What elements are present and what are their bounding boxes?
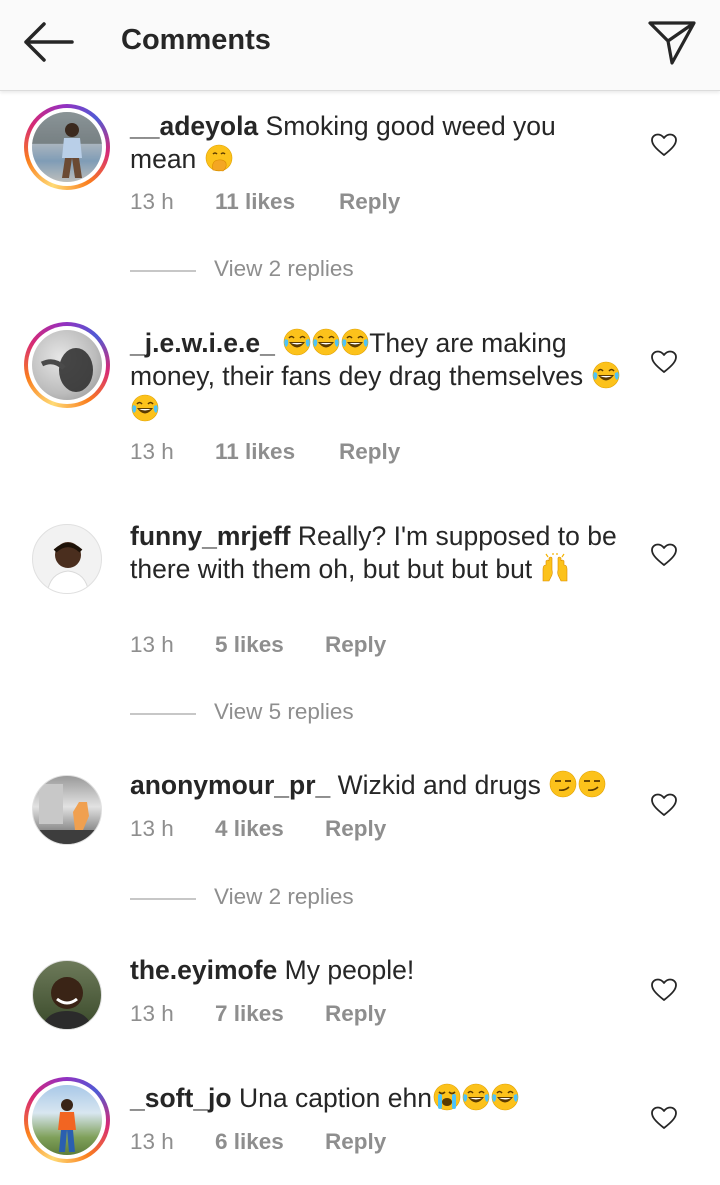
- tears-of-joy-emoji: [311, 327, 341, 357]
- heart-icon[interactable]: [651, 978, 677, 1002]
- view-replies-label: View 2 replies: [214, 884, 354, 909]
- reply-button[interactable]: Reply: [339, 439, 400, 465]
- comment-likes[interactable]: 4 likes: [215, 816, 284, 842]
- avatar-photo: [32, 524, 102, 594]
- reply-button[interactable]: Reply: [325, 816, 386, 842]
- comment-username[interactable]: anonymour_pr_: [130, 770, 330, 800]
- comment-username[interactable]: the.eyimofe: [130, 955, 277, 985]
- heart-icon[interactable]: [651, 133, 677, 157]
- comment-time: 13 h: [130, 816, 174, 841]
- comment-username[interactable]: _j.e.w.i.e.e_: [130, 328, 275, 358]
- avatar: [32, 1085, 102, 1155]
- reply-button[interactable]: Reply: [325, 1129, 386, 1155]
- tears-of-joy-emoji: [282, 327, 312, 357]
- comment-username[interactable]: _soft_jo: [130, 1083, 232, 1113]
- comment-time: 13 h: [130, 1001, 174, 1026]
- comment-likes[interactable]: 11 likes: [215, 439, 295, 465]
- avatar-story-ring[interactable]: [24, 1077, 110, 1163]
- tears-of-joy-emoji: [490, 1082, 520, 1112]
- view-replies-label: View 5 replies: [214, 699, 354, 724]
- tears-of-joy-emoji: [340, 327, 370, 357]
- avatar[interactable]: [24, 516, 110, 602]
- comment-likes[interactable]: 11 likes: [215, 189, 295, 215]
- avatar: [32, 112, 102, 182]
- header-bar: Comments: [0, 0, 720, 91]
- reply-button[interactable]: Reply: [325, 1001, 386, 1027]
- loudly-crying-emoji: [432, 1082, 462, 1112]
- comment-body: Una caption ehn: [238, 1083, 432, 1113]
- comment-text: __adeyola Smoking good weed you mean: [130, 110, 620, 176]
- avatar-photo: [32, 775, 102, 845]
- heart-icon[interactable]: [651, 1106, 677, 1130]
- avatar-story-ring[interactable]: [24, 322, 110, 408]
- avatar: [32, 330, 102, 400]
- view-replies-button[interactable]: View 5 replies: [130, 699, 430, 729]
- comment-body: Wizkid and drugs: [337, 770, 541, 800]
- reply-button[interactable]: Reply: [339, 189, 400, 215]
- comment-text: anonymour_pr_ Wizkid and drugs: [130, 769, 620, 802]
- heart-icon[interactable]: [651, 543, 677, 567]
- comment-text: _soft_jo Una caption ehn: [130, 1082, 620, 1115]
- comment-body: My people!: [284, 955, 415, 985]
- smirking-face-emoji: [548, 769, 578, 799]
- hand-over-mouth-emoji: [204, 143, 234, 173]
- comment-time: 13 h: [130, 439, 174, 464]
- comment-time: 13 h: [130, 189, 174, 214]
- comment-time: 13 h: [130, 1129, 174, 1154]
- tears-of-joy-emoji: [591, 360, 621, 390]
- divider: [130, 898, 196, 900]
- heart-icon[interactable]: [651, 793, 677, 817]
- heart-icon[interactable]: [651, 350, 677, 374]
- smirking-face-emoji: [577, 769, 607, 799]
- avatar-story-ring[interactable]: [24, 104, 110, 190]
- comment-text: the.eyimofe My people!: [130, 954, 620, 987]
- comment-text: _j.e.w.i.e.e_ They are making money, the…: [130, 327, 620, 426]
- view-replies-label: View 2 replies: [214, 256, 354, 281]
- reply-button[interactable]: Reply: [325, 632, 386, 658]
- comment-text: funny_mrjeff Really? I'm supposed to be …: [130, 520, 620, 586]
- comment-username[interactable]: __adeyola: [130, 111, 258, 141]
- tears-of-joy-emoji: [461, 1082, 491, 1112]
- raising-hands-emoji: [540, 553, 570, 583]
- avatar[interactable]: [24, 952, 110, 1038]
- view-replies-button[interactable]: View 2 replies: [130, 256, 430, 286]
- arrow-left-icon[interactable]: [20, 20, 76, 64]
- divider: [130, 713, 196, 715]
- avatar[interactable]: [24, 767, 110, 853]
- tears-of-joy-emoji: [130, 393, 160, 423]
- comment-username[interactable]: funny_mrjeff: [130, 521, 291, 551]
- avatar-photo: [32, 960, 102, 1030]
- divider: [130, 270, 196, 272]
- view-replies-button[interactable]: View 2 replies: [130, 884, 430, 914]
- comment-time: 13 h: [130, 632, 174, 657]
- comment-likes[interactable]: 5 likes: [215, 632, 284, 658]
- comment-likes[interactable]: 7 likes: [215, 1001, 284, 1027]
- page-title: Comments: [121, 24, 271, 56]
- paper-plane-icon[interactable]: [646, 17, 698, 67]
- comment-likes[interactable]: 6 likes: [215, 1129, 284, 1155]
